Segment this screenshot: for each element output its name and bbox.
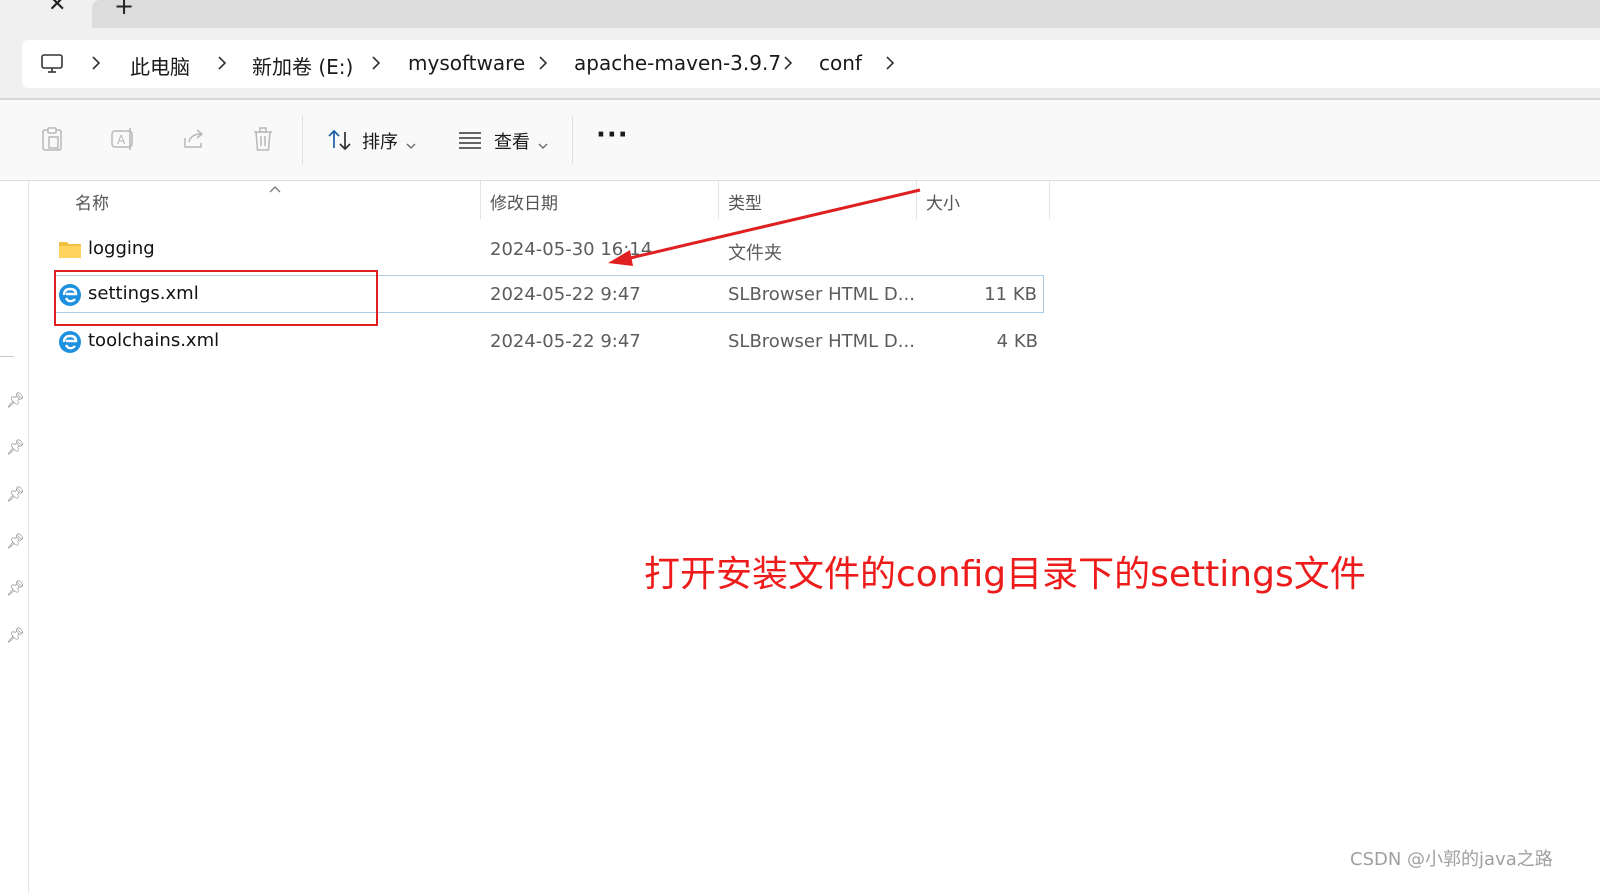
annotation-text: 打开安装文件的config目录下的settings文件 <box>644 554 1366 595</box>
annotation-arrow <box>608 188 921 266</box>
watermark: CSDN @小郭的java之路 <box>1350 849 1553 870</box>
